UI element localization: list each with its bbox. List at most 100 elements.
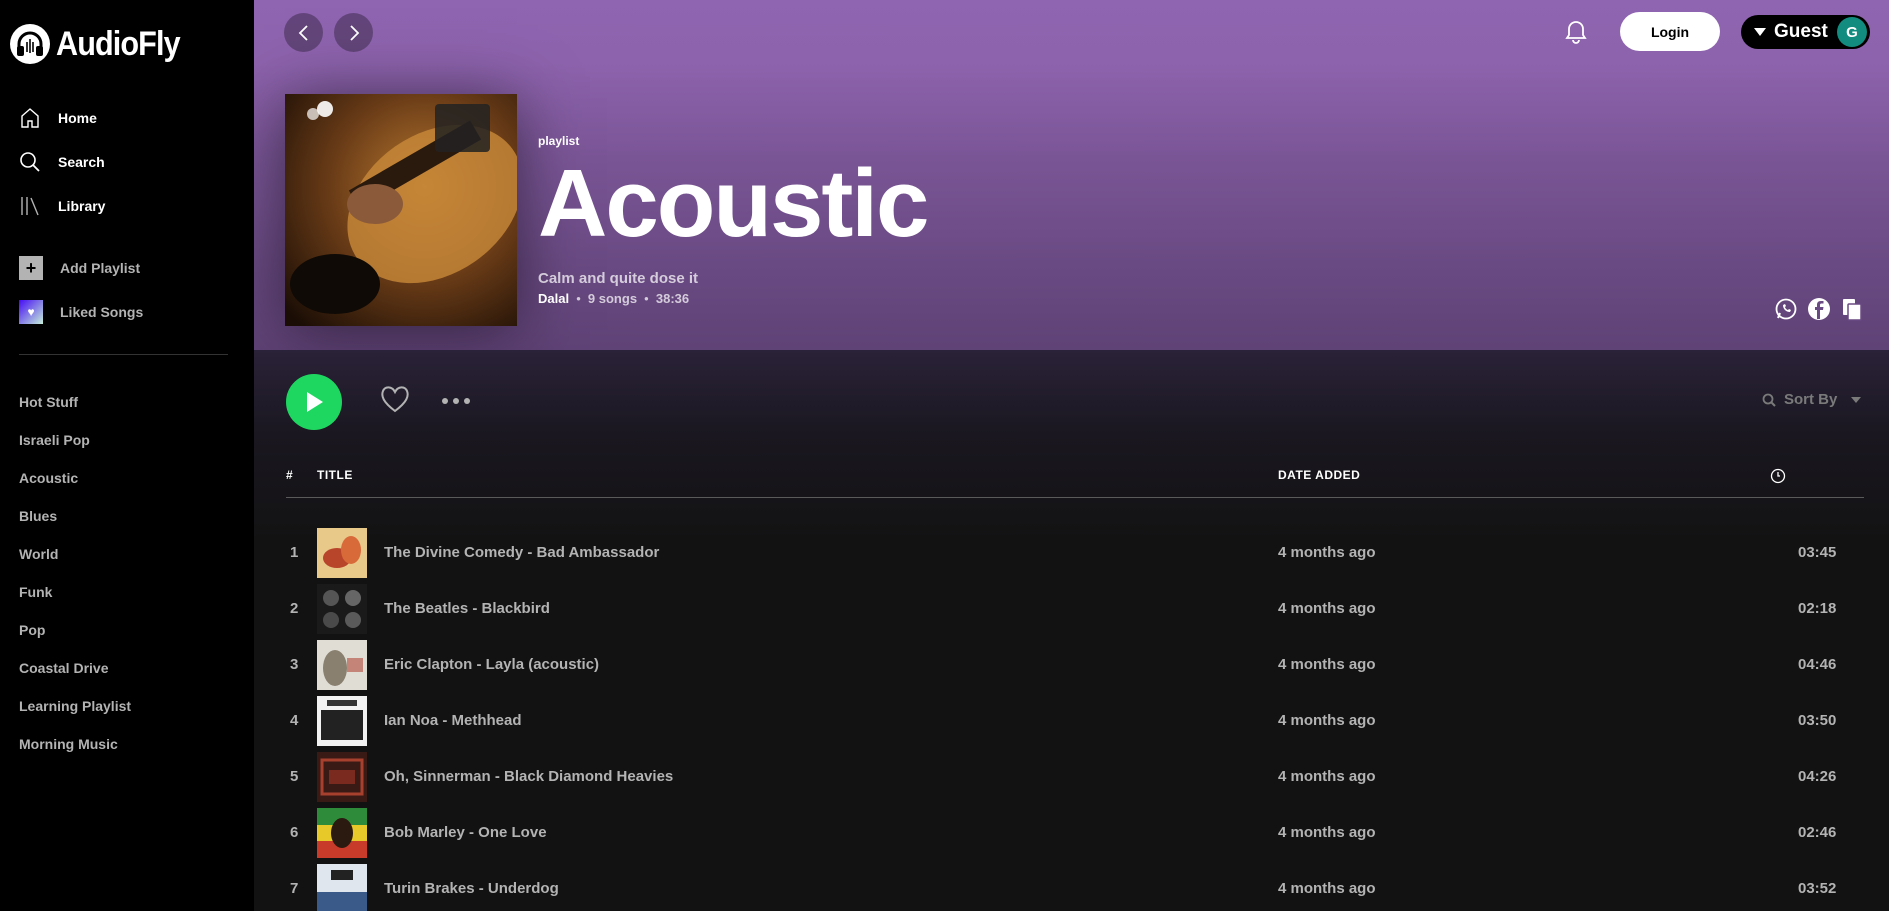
dot-icon: [453, 398, 459, 404]
heart-icon: ♥: [19, 300, 43, 324]
sidebar-playlist-item[interactable]: Pop: [19, 611, 239, 649]
login-button[interactable]: Login: [1620, 12, 1720, 51]
column-title[interactable]: TITLE: [317, 468, 353, 482]
table-row[interactable]: 4 Ian Noa - Methhead 4 months ago 03:50: [286, 693, 1864, 749]
liked-songs-button[interactable]: ♥ Liked Songs: [19, 290, 239, 334]
caret-down-icon: [1851, 396, 1862, 403]
bell-icon: [1565, 21, 1587, 44]
track-title[interactable]: Ian Noa - Methhead: [384, 712, 522, 729]
play-icon: [307, 392, 323, 412]
album-art-image: [317, 584, 367, 634]
whatsapp-share-button[interactable]: [1773, 296, 1799, 322]
app-logo[interactable]: AudioFly: [10, 24, 193, 64]
notifications-button[interactable]: [1564, 19, 1588, 50]
clock-icon[interactable]: [1770, 468, 1786, 487]
playlist-description: Calm and quite dose it: [538, 270, 699, 287]
more-options-button[interactable]: [442, 398, 470, 404]
sidebar-playlist-item[interactable]: World: [19, 535, 239, 573]
user-name: Guest: [1774, 21, 1828, 42]
sidebar-playlist-item[interactable]: Learning Playlist: [19, 687, 239, 725]
track-date-added: 4 months ago: [1278, 656, 1376, 673]
nav-home-label: Home: [58, 110, 97, 126]
column-date-added[interactable]: DATE ADDED: [1278, 468, 1360, 482]
search-icon: [1762, 393, 1776, 407]
add-playlist-button[interactable]: + Add Playlist: [19, 246, 239, 290]
caret-down-icon: [1754, 28, 1766, 36]
track-date-added: 4 months ago: [1278, 544, 1376, 561]
sidebar-playlist-item[interactable]: Coastal Drive: [19, 649, 239, 687]
forward-button[interactable]: [334, 13, 373, 52]
app-name: AudioFly: [56, 24, 181, 63]
table-row[interactable]: 5 Oh, Sinnerman - Black Diamond Heavies …: [286, 749, 1864, 805]
album-art-image: [317, 528, 367, 578]
chevron-left-icon: [298, 24, 308, 41]
track-duration: 02:18: [1798, 600, 1837, 617]
track-title[interactable]: Bob Marley - One Love: [384, 824, 547, 841]
album-art-image: [317, 640, 367, 690]
sidebar: AudioFly Home Search Library + Add Playl…: [0, 0, 254, 911]
sidebar-playlist-item[interactable]: Acoustic: [19, 459, 239, 497]
track-number: 5: [290, 768, 299, 785]
dot-icon: [464, 398, 470, 404]
track-number: 7: [290, 880, 299, 897]
playlist-type-label: playlist: [538, 134, 580, 148]
play-button[interactable]: [286, 374, 342, 430]
track-title[interactable]: Turin Brakes - Underdog: [384, 880, 559, 897]
track-list: 1 The Divine Comedy - Bad Ambassador 4 m…: [286, 525, 1864, 911]
library-icon: [19, 195, 41, 217]
table-row[interactable]: 3 Eric Clapton - Layla (acoustic) 4 mont…: [286, 637, 1864, 693]
column-number: #: [286, 468, 293, 482]
track-duration: 03:45: [1798, 544, 1837, 561]
sidebar-divider: [19, 354, 228, 355]
add-playlist-label: Add Playlist: [60, 260, 141, 276]
sidebar-actions: + Add Playlist ♥ Liked Songs: [19, 246, 239, 334]
table-row[interactable]: 2 The Beatles - Blackbird 4 months ago 0…: [286, 581, 1864, 637]
table-row[interactable]: 7 Turin Brakes - Underdog 4 months ago 0…: [286, 861, 1864, 911]
sidebar-playlist-item[interactable]: Blues: [19, 497, 239, 535]
playlist-actions: Sort By # TITLE DATE ADDED 1 The Divine …: [254, 350, 1889, 911]
album-art-image: [317, 752, 367, 802]
playlist-info: playlist Acoustic Calm and quite dose it…: [538, 134, 929, 306]
playlist-duration: 38:36: [655, 291, 690, 306]
playlist-owner[interactable]: Dalal: [538, 291, 569, 306]
copy-link-button[interactable]: [1839, 296, 1865, 322]
nav-library[interactable]: Library: [19, 184, 239, 228]
track-title[interactable]: The Beatles - Blackbird: [384, 600, 550, 617]
sidebar-playlist-item[interactable]: Hot Stuff: [19, 383, 239, 421]
track-title[interactable]: Oh, Sinnerman - Black Diamond Heavies: [384, 768, 673, 785]
sidebar-playlist-item[interactable]: Funk: [19, 573, 239, 611]
dot-icon: [442, 398, 448, 404]
nav-search[interactable]: Search: [19, 140, 239, 184]
whatsapp-icon: [1775, 298, 1797, 320]
sidebar-playlist-item[interactable]: Morning Music: [19, 725, 239, 763]
playlist-song-count: 9 songs: [587, 291, 638, 306]
album-art-image: [317, 864, 367, 911]
like-button[interactable]: [379, 384, 411, 419]
track-date-added: 4 months ago: [1278, 880, 1376, 897]
sort-dropdown[interactable]: Sort By: [1762, 391, 1862, 408]
facebook-share-button[interactable]: [1806, 296, 1832, 322]
track-duration: 02:46: [1798, 824, 1837, 841]
track-duration: 03:50: [1798, 712, 1837, 729]
main-nav: Home Search Library: [19, 96, 239, 228]
user-menu-button[interactable]: Guest G: [1741, 15, 1870, 49]
nav-home[interactable]: Home: [19, 96, 239, 140]
sort-label: Sort By: [1784, 391, 1838, 408]
track-number: 6: [290, 824, 299, 841]
sidebar-playlist-item[interactable]: Israeli Pop: [19, 421, 239, 459]
page-title: Acoustic: [538, 150, 929, 257]
chevron-right-icon: [349, 24, 359, 41]
playlist-meta: Dalal ● 9 songs ● 38:36: [538, 291, 927, 306]
main-content: Login Guest G playlist Acoustic Calm and…: [254, 0, 1889, 911]
playlist-cover-image: [285, 94, 517, 326]
track-number: 2: [290, 600, 299, 617]
playlist-list: Hot Stuff Israeli Pop Acoustic Blues Wor…: [19, 383, 239, 763]
track-duration: 04:26: [1798, 768, 1837, 785]
table-row[interactable]: 1 The Divine Comedy - Bad Ambassador 4 m…: [286, 525, 1864, 581]
back-button[interactable]: [284, 13, 323, 52]
home-icon: [19, 107, 41, 129]
avatar: G: [1837, 17, 1867, 47]
track-title[interactable]: The Divine Comedy - Bad Ambassador: [384, 544, 659, 561]
track-title[interactable]: Eric Clapton - Layla (acoustic): [384, 656, 599, 673]
table-row[interactable]: 6 Bob Marley - One Love 4 months ago 02:…: [286, 805, 1864, 861]
